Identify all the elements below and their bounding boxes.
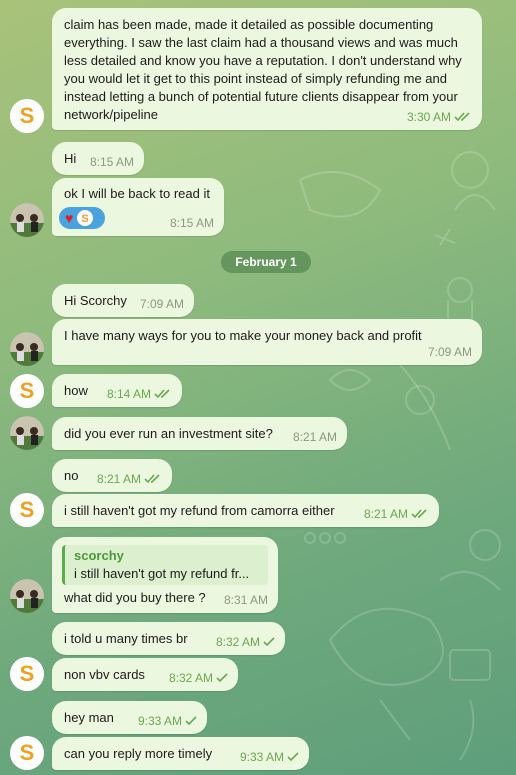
- svg-text:S: S: [20, 103, 35, 128]
- svg-text:S: S: [82, 213, 89, 225]
- avatar[interactable]: [10, 203, 44, 237]
- message-bubble[interactable]: Hi Scorchy 7:09 AM: [52, 284, 194, 317]
- message-bubble[interactable]: I have many ways for you to make your mo…: [52, 319, 482, 365]
- message-text: hey man: [64, 710, 114, 725]
- double-check-icon: [154, 389, 170, 399]
- single-check-icon: [216, 673, 228, 683]
- message-bubble[interactable]: i still haven't got my refund from camor…: [52, 494, 439, 527]
- message-bubble[interactable]: how 8:14 AM: [52, 374, 182, 407]
- message-meta: 7:09 AM: [140, 297, 184, 311]
- message-bubble[interactable]: Hi 8:15 AM: [52, 142, 144, 175]
- avatar[interactable]: S: [10, 657, 44, 691]
- message-time: 8:32 AM: [215, 635, 260, 649]
- message-time: 7:09 AM: [139, 297, 184, 311]
- message-text: non vbv cards: [64, 667, 145, 682]
- message-time: 9:33 AM: [239, 750, 284, 764]
- avatar[interactable]: [10, 332, 44, 366]
- message-text: Hi: [64, 151, 77, 166]
- profile-photo-avatar: [10, 416, 44, 450]
- avatar[interactable]: [10, 416, 44, 450]
- avatar[interactable]: S: [10, 736, 44, 770]
- message-text: ok I will be back to read it: [64, 186, 210, 201]
- red-heart-icon: ♥: [65, 210, 74, 226]
- message-text: claim has been made, made it detailed as…: [64, 17, 462, 122]
- message-bubble[interactable]: hey man 9:33 AM: [52, 701, 207, 734]
- message-bubble[interactable]: i told u many times br 8:32 AM: [52, 622, 285, 655]
- s-logo-avatar: S: [10, 657, 44, 691]
- date-divider: February 1: [221, 251, 311, 273]
- message-text: did you ever run an investment site?: [64, 426, 273, 441]
- reply-quote[interactable]: scorchy i still haven't got my refund fr…: [62, 545, 268, 585]
- message-meta: 8:32 AM: [216, 635, 275, 649]
- svg-text:S: S: [20, 378, 35, 403]
- quote-text: i still haven't got my refund fr...: [74, 566, 250, 581]
- message-bubble[interactable]: non vbv cards 8:32 AM: [52, 658, 238, 691]
- message-meta: 8:21 AM: [293, 430, 337, 444]
- message-meta: 9:33 AM: [240, 750, 299, 764]
- message-time: 8:21 AM: [363, 507, 408, 521]
- message-meta: 8:15 AM: [170, 216, 214, 230]
- message-text: i told u many times br: [64, 631, 188, 646]
- message-text: i still haven't got my refund from camor…: [64, 503, 335, 518]
- message-time: 7:09 AM: [427, 345, 472, 359]
- message-time: 8:15 AM: [169, 216, 214, 230]
- message-time: 9:33 AM: [137, 714, 182, 728]
- message-text: no: [64, 468, 79, 483]
- message-time: 8:21 AM: [292, 430, 337, 444]
- message-time: 3:30 AM: [406, 110, 451, 124]
- double-check-icon: [411, 509, 427, 519]
- message-bubble[interactable]: can you reply more timely 9:33 AM: [52, 737, 309, 770]
- profile-photo-avatar: [10, 332, 44, 366]
- double-check-icon: [144, 474, 160, 484]
- message-text: can you reply more timely: [64, 746, 213, 761]
- profile-photo-avatar: [10, 579, 44, 613]
- message-bubble[interactable]: did you ever run an investment site? 8:2…: [52, 417, 347, 450]
- svg-text:S: S: [20, 661, 35, 686]
- s-logo-avatar: S: [77, 210, 94, 226]
- message-time: 8:15 AM: [89, 155, 134, 169]
- message-text: what did you buy there ?: [64, 590, 206, 605]
- message-text: I have many ways for you to make your mo…: [64, 328, 422, 343]
- s-logo-avatar: S: [10, 736, 44, 770]
- message-meta: 8:21 AM: [364, 507, 429, 521]
- message-bubble[interactable]: claim has been made, made it detailed as…: [52, 8, 482, 130]
- s-logo-avatar: S: [10, 99, 44, 133]
- message-meta: 8:32 AM: [169, 671, 228, 685]
- message-text: Hi Scorchy: [64, 293, 127, 308]
- message-meta: 8:15 AM: [90, 155, 134, 169]
- avatar[interactable]: S: [10, 99, 44, 133]
- profile-photo-avatar: [10, 203, 44, 237]
- message-time: 8:32 AM: [168, 671, 213, 685]
- quote-author: scorchy: [74, 548, 124, 563]
- s-logo-avatar: S: [10, 374, 44, 408]
- message-time: 8:14 AM: [106, 387, 151, 401]
- svg-text:S: S: [20, 497, 35, 522]
- message-meta: 7:09 AM: [428, 345, 472, 359]
- single-check-icon: [185, 716, 197, 726]
- avatar[interactable]: [10, 579, 44, 613]
- s-logo-avatar: S: [10, 493, 44, 527]
- message-meta: 8:14 AM: [107, 387, 172, 401]
- svg-text:S: S: [20, 740, 35, 765]
- message-meta: 3:30 AM: [407, 110, 472, 124]
- avatar[interactable]: S: [10, 493, 44, 527]
- message-bubble[interactable]: no 8:21 AM: [52, 459, 172, 492]
- message-meta: 9:33 AM: [138, 714, 197, 728]
- message-meta: 8:21 AM: [97, 472, 162, 486]
- single-check-icon: [287, 752, 299, 762]
- message-meta: 8:31 AM: [224, 593, 268, 607]
- message-time: 8:31 AM: [223, 593, 268, 607]
- double-check-icon: [454, 112, 470, 122]
- avatar[interactable]: S: [10, 374, 44, 408]
- single-check-icon: [263, 637, 275, 647]
- message-time: 8:21 AM: [96, 472, 141, 486]
- message-text: how: [64, 383, 88, 398]
- message-reactions[interactable]: ♥ S: [59, 207, 105, 229]
